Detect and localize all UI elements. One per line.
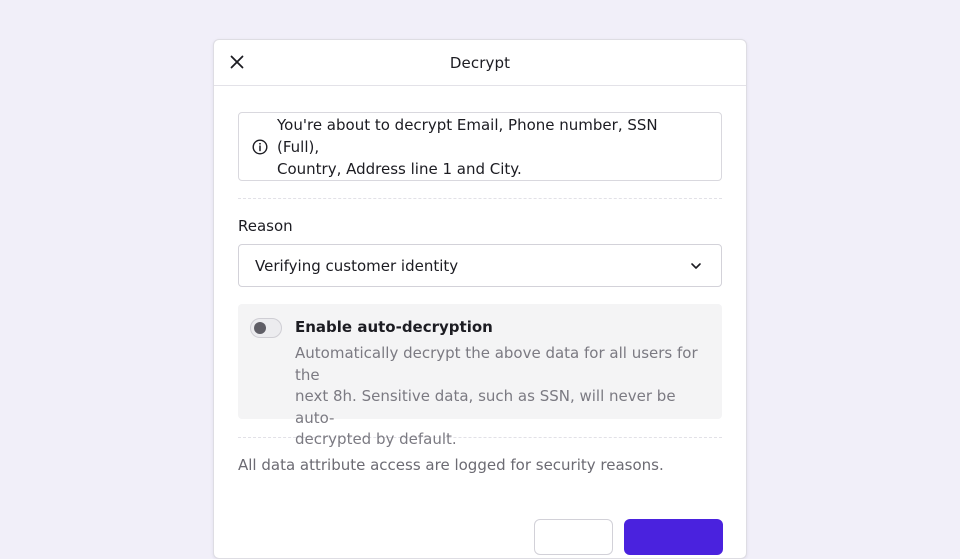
dialog-actions: [534, 519, 723, 555]
close-button[interactable]: [226, 51, 248, 73]
description-line: Automatically decrypt the above data for…: [295, 344, 698, 384]
reason-select[interactable]: Verifying customer identity: [238, 244, 722, 287]
info-message-line: You're about to decrypt Email, Phone num…: [277, 115, 658, 156]
auto-decryption-title: Enable auto-decryption: [295, 318, 493, 336]
cancel-button[interactable]: [534, 519, 613, 555]
info-icon: [252, 138, 268, 155]
reason-label: Reason: [238, 217, 293, 235]
dialog-body: You're about to decrypt Email, Phone num…: [214, 86, 746, 474]
decrypt-button[interactable]: [624, 519, 723, 555]
auto-decryption-panel: Enable auto-decryption Automatically dec…: [238, 304, 722, 448]
info-banner: You're about to decrypt Email, Phone num…: [238, 112, 722, 181]
auto-decryption-content: Enable auto-decryption Automatically dec…: [295, 318, 702, 448]
decrypt-dialog: Decrypt You're about to decrypt Email, P…: [213, 39, 747, 559]
logging-note: All data attribute access are logged for…: [238, 456, 664, 474]
close-icon: [230, 55, 244, 69]
reason-select-value: Verifying customer identity: [255, 256, 459, 275]
dialog-title: Decrypt: [449, 53, 511, 72]
info-message-line: Country, Address line 1 and City.: [277, 159, 522, 178]
auto-decryption-toggle[interactable]: [250, 318, 282, 338]
divider: [238, 198, 722, 199]
info-message: You're about to decrypt Email, Phone num…: [277, 114, 703, 180]
auto-decryption-description: Automatically decrypt the above data for…: [295, 343, 702, 451]
toggle-knob: [254, 321, 266, 334]
description-line: decrypted by default.: [295, 430, 457, 448]
description-line: next 8h. Sensitive data, such as SSN, wi…: [295, 387, 676, 427]
dialog-header: Decrypt: [214, 40, 746, 86]
chevron-down-icon: [689, 259, 703, 273]
